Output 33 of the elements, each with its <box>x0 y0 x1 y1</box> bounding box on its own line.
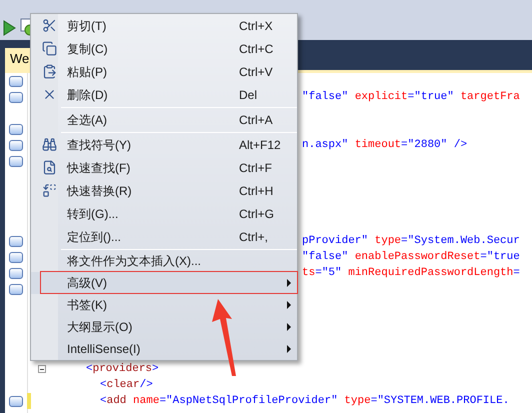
clipboard-icon <box>42 64 56 79</box>
menu-item[interactable]: 查找符号(Y) Alt+F12 <box>31 133 297 156</box>
collapse-icon[interactable] <box>38 365 46 373</box>
play-icon[interactable] <box>2 20 16 36</box>
menu-item[interactable]: 定位到()... Ctrl+, <box>31 225 297 248</box>
code-line: "false" enablePasswordReset="true <box>302 250 520 265</box>
menu-item[interactable]: 大纲显示(O) <box>31 316 297 338</box>
menu-item[interactable]: 删除(D) Del <box>31 83 297 106</box>
menu-item[interactable]: 书签(K) <box>31 294 297 316</box>
submenu-arrow-icon <box>287 279 291 287</box>
menu-item[interactable]: IntelliSense(I) <box>31 338 297 360</box>
replace-icon <box>42 183 56 198</box>
code-line: ts="5" minRequiredPasswordLength= <box>302 266 520 281</box>
submenu-arrow-icon <box>287 301 291 309</box>
code-line: "false" explicit="true" targetFra <box>302 90 520 105</box>
code-line: <providers> <box>86 362 159 377</box>
scissors-icon <box>42 18 56 33</box>
menu-item[interactable]: 转到(G)... Ctrl+G <box>31 202 297 225</box>
menu-item[interactable]: 快速查找(F) Ctrl+F <box>31 156 297 179</box>
copy-icon <box>42 41 56 56</box>
code-line: <clear/> <box>100 378 153 393</box>
menu-item[interactable]: 高级(V) <box>31 272 297 294</box>
menu-item[interactable]: 快速替换(R) Ctrl+H <box>31 179 297 202</box>
code-line: <add name="AspNetSqlProfileProvider" type="SYSTEM.WEB.PROFILE. <box>100 394 510 409</box>
submenu-arrow-icon <box>287 345 291 353</box>
code-line: n.aspx" timeout="2880" /> <box>302 138 468 153</box>
document-search-icon <box>42 160 56 175</box>
menu-item[interactable]: 将文件作为文本插入(X)... <box>31 250 297 272</box>
code-line: pProvider" type="System.Web.Secur <box>302 234 520 249</box>
submenu-arrow-icon <box>287 323 291 331</box>
binoculars-icon <box>42 137 56 152</box>
menu-item[interactable]: 剪切(T) Ctrl+X <box>31 14 297 37</box>
menu-item[interactable]: 全选(A) Ctrl+A <box>31 108 297 131</box>
